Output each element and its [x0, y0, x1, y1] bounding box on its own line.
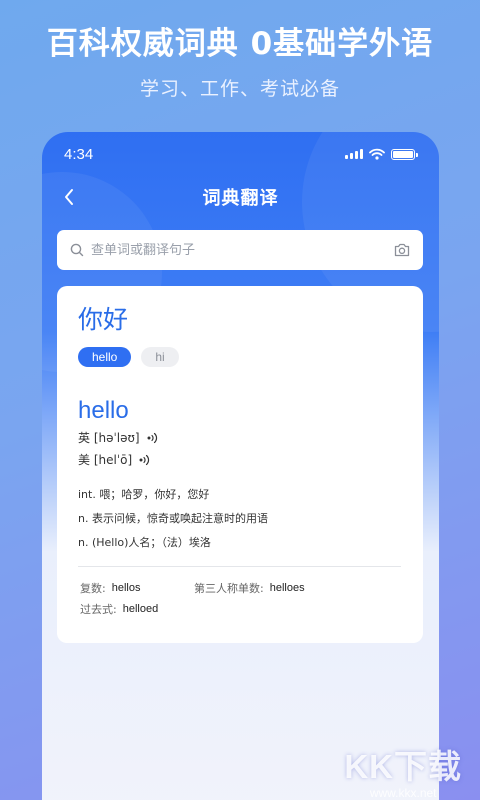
nav-bar: 词典翻译	[42, 180, 439, 214]
definition-item: int. 喂；哈罗，你好，您好	[78, 488, 210, 501]
phonetic-text: 美 [helˈō]	[78, 453, 133, 467]
form-plural: 复数: hellos	[80, 578, 194, 599]
phone-screen: 4:34 词典翻译 查单词或翻译句子 你好 hello hi hello 英 […	[42, 132, 439, 800]
form-value: hellos	[111, 582, 141, 594]
definition-item: n. 表示问候，惊奇或唤起注意时的用语	[78, 512, 268, 525]
divider	[78, 566, 401, 567]
definitions-list: int. 喂；哈罗，你好，您好 n. 表示问候，惊奇或唤起注意时的用语 n. (…	[78, 483, 401, 555]
search-input[interactable]	[91, 242, 393, 258]
watermark-url: www.kkx.net	[369, 786, 437, 800]
phonetic-text: 英 [həˈləʊ]	[78, 431, 140, 445]
form-label: 过去式:	[80, 603, 117, 616]
form-third-person: 第三人称单数: helloes	[194, 578, 354, 599]
form-value: helloes	[269, 582, 305, 594]
page-title: 词典翻译	[202, 188, 279, 209]
watermark-logo: KK下载 www.kkx.net	[344, 740, 462, 800]
speaker-icon[interactable]	[138, 454, 152, 466]
phonetic-us: 美 [helˈō]	[78, 450, 401, 469]
form-value: helloed	[122, 603, 159, 615]
speaker-icon[interactable]	[146, 432, 160, 444]
promo-title: 百科权威词典 0基础学外语	[46, 26, 434, 62]
status-time: 4:34	[64, 145, 94, 163]
definition-item: n. (Hello)人名；（法）埃洛	[78, 536, 211, 549]
chip-hi[interactable]: hi	[141, 347, 179, 367]
result-card: 你好 hello hi hello 英 [həˈləʊ] 美 [helˈō] i…	[57, 286, 423, 643]
wifi-icon	[369, 148, 385, 160]
status-icons	[345, 148, 418, 160]
search-icon	[70, 243, 84, 257]
camera-icon[interactable]	[393, 241, 411, 259]
signal-icon	[345, 149, 363, 159]
battery-icon	[391, 148, 418, 160]
word-forms: 复数: hellos 第三人称单数: helloes 过去式: helloed	[78, 578, 401, 620]
query-word: 你好	[78, 305, 129, 334]
translation-chips: hello hi	[78, 347, 401, 367]
watermark-brand: KK下载	[344, 748, 462, 785]
chevron-left-icon	[65, 189, 73, 205]
form-label: 第三人称单数:	[194, 582, 264, 595]
chip-hello[interactable]: hello	[78, 347, 132, 367]
search-bar[interactable]	[57, 230, 423, 270]
phonetic-uk: 英 [həˈləʊ]	[78, 428, 401, 447]
form-past: 过去式: helloed	[80, 599, 194, 620]
promo-subtitle: 学习、工作、考试必备	[139, 78, 340, 100]
form-label: 复数:	[80, 582, 106, 595]
back-button[interactable]	[54, 182, 84, 212]
entry-headword: hello	[78, 397, 129, 424]
status-bar: 4:34	[42, 132, 439, 176]
